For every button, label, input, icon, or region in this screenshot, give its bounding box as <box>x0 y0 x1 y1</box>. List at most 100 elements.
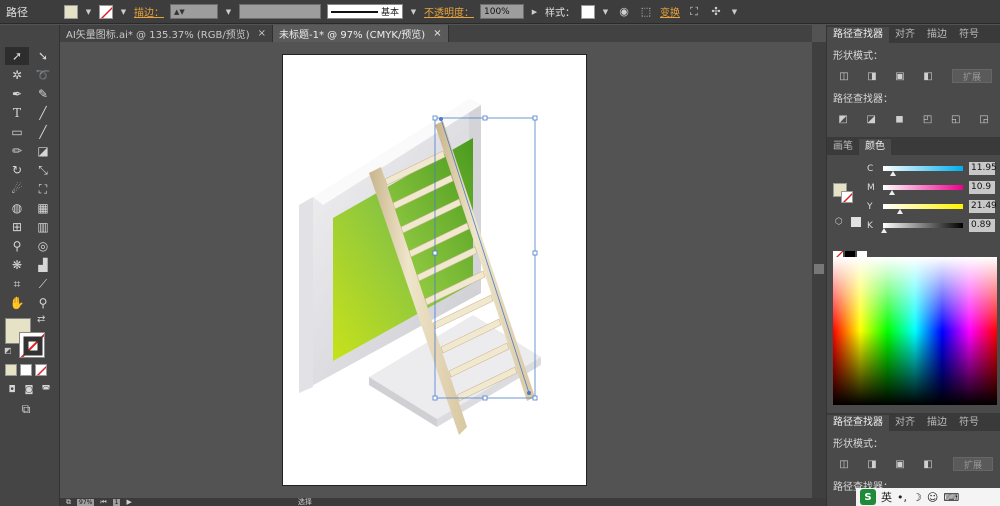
tab-brushes[interactable]: 画笔 <box>827 139 859 155</box>
zoom-tool-icon[interactable]: ⚲ <box>31 294 55 312</box>
scrollbar-thumb[interactable] <box>814 264 824 274</box>
expand-button[interactable]: 扩展 <box>952 69 992 83</box>
scale-tool-icon[interactable]: ⤡ <box>31 161 55 179</box>
moon-icon[interactable]: ☽ <box>912 491 922 504</box>
magic-wand-tool-icon[interactable]: ✲ <box>5 66 29 84</box>
type-tool-icon[interactable]: T <box>5 104 29 122</box>
direct-selection-tool-icon[interactable]: ➘ <box>31 47 55 65</box>
rectangle-tool-icon[interactable]: ▭ <box>5 123 29 141</box>
out-of-gamut-icon[interactable]: ⬡ <box>835 217 843 227</box>
isolate-icon[interactable]: ⛶ <box>686 4 702 20</box>
symbol-sprayer-tool-icon[interactable]: ❋ <box>5 256 29 274</box>
channel-slider[interactable] <box>883 166 963 176</box>
unite-icon[interactable]: ◫ <box>835 457 853 471</box>
eraser-tool-icon[interactable]: ◪ <box>31 142 55 160</box>
screen-mode-icon[interactable]: ⧉ <box>14 400 38 418</box>
trim-icon[interactable]: ◪ <box>863 112 879 126</box>
shape-builder-tool-icon[interactable]: ◍ <box>5 199 29 217</box>
gradient-mode-icon[interactable] <box>20 364 32 376</box>
panel-menu-icon[interactable]: ✣ <box>708 4 724 20</box>
channel-slider[interactable] <box>883 204 963 214</box>
close-icon[interactable]: × <box>258 28 266 39</box>
minus-front-icon[interactable]: ◨ <box>863 69 881 83</box>
fill-swatch[interactable] <box>64 4 78 19</box>
punctuation-icon[interactable]: •, <box>897 491 907 504</box>
column-graph-tool-icon[interactable]: ▟ <box>31 256 55 274</box>
artboard-tool-icon[interactable]: ⌗ <box>5 275 29 293</box>
slider-thumb[interactable] <box>889 171 896 176</box>
next-artboard-icon[interactable]: ▶ <box>126 498 131 506</box>
tab-pathfinder[interactable]: 路径查找器 <box>827 27 889 43</box>
tab-color[interactable]: 颜色 <box>859 139 891 155</box>
slider-thumb[interactable] <box>880 228 887 233</box>
rotate-tool-icon[interactable]: ↻ <box>5 161 29 179</box>
selection-tool-icon[interactable]: ➚ <box>5 47 29 65</box>
tab-symbols-2[interactable]: 符号 <box>953 415 985 431</box>
stroke-swatch[interactable] <box>99 4 113 19</box>
transform-link[interactable]: 变换 <box>660 4 680 19</box>
brush-definition-field[interactable]: 基本 <box>327 4 403 19</box>
tab-symbols[interactable]: 符号 <box>953 27 985 43</box>
align-icon[interactable]: ⬚ <box>638 4 654 20</box>
ime-language[interactable]: 英 <box>881 489 892 505</box>
tab-document-1[interactable]: AI矢量图标.ai* @ 135.37% (RGB/预览) × <box>60 25 274 42</box>
color-mode-icon[interactable] <box>5 364 17 376</box>
none-mode-icon[interactable] <box>35 364 47 376</box>
channel-value-field[interactable]: 21.49 <box>969 200 997 213</box>
free-transform-tool-icon[interactable]: ⛶ <box>31 180 55 198</box>
perspective-grid-tool-icon[interactable]: ▦ <box>31 199 55 217</box>
tab-align-2[interactable]: 对齐 <box>889 415 921 431</box>
channel-slider[interactable] <box>880 223 963 233</box>
minus-back-icon[interactable]: ◲ <box>976 112 992 126</box>
slider-thumb[interactable] <box>888 190 895 195</box>
mesh-tool-icon[interactable]: ⊞ <box>5 218 29 236</box>
opacity-link[interactable]: 不透明度： <box>424 4 474 19</box>
channel-value-field[interactable]: 11.95 <box>969 162 997 175</box>
close-icon[interactable]: × <box>433 28 441 39</box>
intersect-icon[interactable]: ▣ <box>891 457 909 471</box>
artboard-number-field[interactable]: 1 <box>112 498 121 506</box>
more-options-icon[interactable]: ▼ <box>730 5 739 19</box>
tab-pathfinder-2[interactable]: 路径查找器 <box>827 415 889 431</box>
blend-tool-icon[interactable]: ◎ <box>31 237 55 255</box>
swap-fill-stroke-icon[interactable]: ⇄ <box>37 314 45 325</box>
draw-normal-icon[interactable]: ◘ <box>5 383 19 397</box>
stroke-panel-link[interactable]: 描边： <box>134 4 164 19</box>
zoom-field[interactable]: 97% <box>77 498 95 506</box>
unite-icon[interactable]: ◫ <box>835 69 853 83</box>
default-colors-icon[interactable]: ◩ <box>4 346 12 355</box>
exclude-icon[interactable]: ◧ <box>919 69 937 83</box>
brush-dropdown-icon[interactable]: ▼ <box>409 5 418 19</box>
tab-stroke[interactable]: 描边 <box>921 27 953 43</box>
websafe-swatch[interactable] <box>851 217 861 227</box>
pencil-tool-icon[interactable]: ✏ <box>5 142 29 160</box>
hand-tool-icon[interactable]: ✋ <box>5 294 29 312</box>
slider-thumb[interactable] <box>896 209 903 214</box>
paintbrush-tool-icon[interactable]: ╱ <box>31 123 55 141</box>
nav-icon[interactable]: ⧉ <box>66 498 71 506</box>
fill-dropdown-icon[interactable]: ▼ <box>84 5 93 19</box>
opacity-field[interactable]: 100% <box>480 4 524 19</box>
exclude-icon[interactable]: ◧ <box>919 457 937 471</box>
divide-icon[interactable]: ◩ <box>835 112 851 126</box>
opacity-dropdown-icon[interactable]: ▶ <box>530 5 539 19</box>
warp-tool-icon[interactable]: ☄ <box>5 180 29 198</box>
graphic-style-swatch[interactable] <box>581 4 595 19</box>
channel-slider[interactable] <box>883 185 963 195</box>
emoji-icon[interactable]: ☺ <box>927 491 938 504</box>
artboard[interactable] <box>282 54 587 486</box>
stroke-weight-field[interactable]: ▲▼ <box>170 4 218 19</box>
draw-inside-icon[interactable]: ◚ <box>39 383 53 397</box>
first-artboard-icon[interactable]: ⏮ <box>100 498 106 506</box>
panel-stroke-box[interactable] <box>841 191 853 203</box>
color-spectrum[interactable] <box>833 257 997 405</box>
lasso-tool-icon[interactable]: ➰ <box>31 66 55 84</box>
graphic-style-dropdown-icon[interactable]: ▼ <box>601 5 610 19</box>
crop-icon[interactable]: ◰ <box>920 112 936 126</box>
intersect-icon[interactable]: ▣ <box>891 69 909 83</box>
minus-front-icon[interactable]: ◨ <box>863 457 881 471</box>
channel-value-field[interactable]: 0.89 <box>969 219 995 232</box>
tab-document-2[interactable]: 未标题-1* @ 97% (CMYK/预览) × <box>273 25 449 42</box>
tab-align[interactable]: 对齐 <box>889 27 921 43</box>
keyboard-icon[interactable]: ⌨ <box>943 491 959 504</box>
